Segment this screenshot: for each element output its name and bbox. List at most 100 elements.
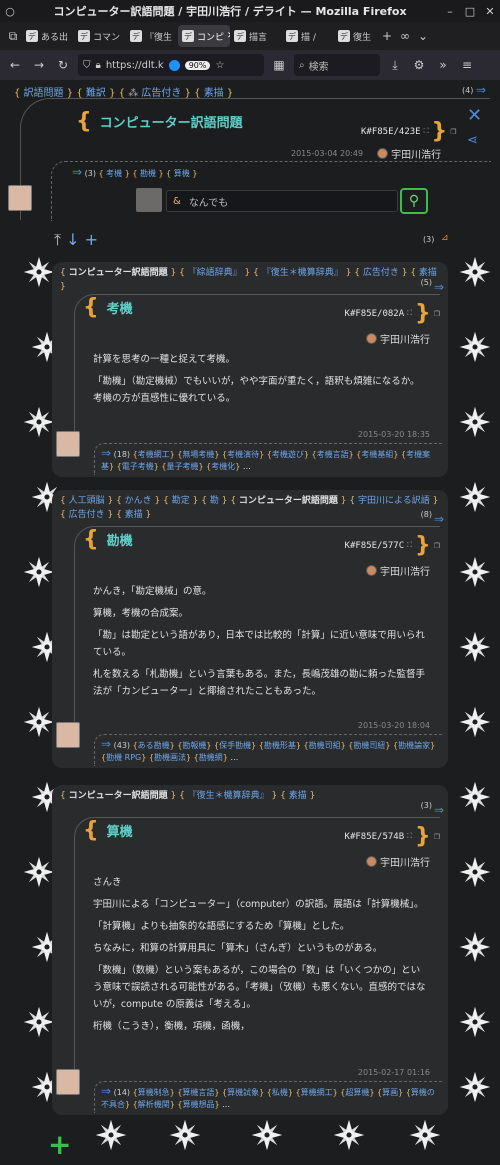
tab[interactable]: デ描言 <box>230 25 282 47</box>
tag-link[interactable]: 勘機画法 <box>154 753 186 762</box>
copy-icon[interactable]: ❐ <box>434 833 440 841</box>
tag-link[interactable]: 超算機 <box>345 1088 369 1097</box>
breadcrumb-tag[interactable]: 素描 <box>289 791 307 801</box>
breadcrumb-tag[interactable]: 素描 <box>419 268 437 278</box>
breadcrumb-tag[interactable]: コンピューター訳語問題 <box>69 268 168 278</box>
tags-arrow-icon[interactable]: ⇒ <box>101 446 111 460</box>
tag-link[interactable]: 私機 <box>272 1088 288 1097</box>
tags-arrow-icon[interactable]: ⇒ <box>101 1084 111 1098</box>
breadcrumb-tag[interactable]: 『復生＊機算辞典』 <box>188 791 269 801</box>
author-link[interactable]: 宇田川浩行 <box>366 563 430 578</box>
tag-link[interactable]: ある勘機 <box>138 741 170 750</box>
copy-icon[interactable]: ❐ <box>434 310 440 318</box>
tab[interactable]: デ復生 <box>334 25 378 47</box>
breadcrumb-tag[interactable]: 宇田川による訳語 <box>358 496 430 506</box>
minimize-icon[interactable]: – <box>440 5 460 18</box>
tags-arrow-icon[interactable]: ⇒ <box>101 737 111 751</box>
breadcrumb-tag[interactable]: 勘 <box>210 496 219 506</box>
entry-kid[interactable]: K#F85E/423E <box>361 127 421 137</box>
close-window-icon[interactable]: ✕ <box>480 5 500 18</box>
forward-icon[interactable]: → <box>30 58 48 72</box>
tag-link[interactable]: 算機試象 <box>227 1088 259 1097</box>
card-title[interactable]: 勘機 <box>107 530 133 549</box>
tag-link[interactable]: 勘機 RPG <box>106 753 141 762</box>
card-user-avatar[interactable] <box>56 722 80 748</box>
tag-link[interactable]: 量子考機 <box>166 462 198 471</box>
breadcrumb-tag[interactable]: 『綜語辞典』 <box>188 268 242 278</box>
breadcrumb-tag[interactable]: 人工頭脳 <box>69 496 105 506</box>
tag-link[interactable]: 無場考機 <box>182 450 214 459</box>
tag-link[interactable]: 算機想品 <box>182 1100 214 1109</box>
tag-link[interactable]: 算画 <box>382 1088 398 1097</box>
window-menu-icon[interactable]: ○ <box>0 5 20 18</box>
header-arrow-icon[interactable]: ⇒ <box>476 83 486 97</box>
author-link[interactable]: 宇田川浩行 <box>366 854 430 869</box>
card-arrow-icon[interactable]: ⇒ <box>434 512 444 526</box>
breadcrumb-tag[interactable]: 『復生＊機算辞典』 <box>262 268 343 278</box>
zoom-level[interactable]: 90% <box>184 60 211 70</box>
tag-link[interactable]: 勘機論家 <box>398 741 430 750</box>
extension-dot-icon[interactable] <box>168 59 180 71</box>
tag-link[interactable]: 考機演待 <box>227 450 259 459</box>
tab[interactable]: デ描 / <box>282 25 334 47</box>
tab-active[interactable]: デコンピ✕ <box>178 25 230 47</box>
search-field[interactable]: & なんでも <box>166 190 398 212</box>
tab[interactable]: デコマン <box>74 25 126 47</box>
add-entry-button[interactable]: + <box>48 1128 71 1161</box>
author-link[interactable]: 宇田川浩行 <box>366 331 430 346</box>
card-kid[interactable]: K#F85E/082A <box>345 309 405 319</box>
card-user-avatar[interactable] <box>56 431 80 457</box>
expand-icon[interactable]: ⛶ <box>407 309 412 318</box>
sub-tag[interactable]: 算機 <box>174 169 190 178</box>
author-link[interactable]: 宇田川浩行 <box>377 146 441 161</box>
copy-icon[interactable]: ❐ <box>434 542 440 550</box>
sub-tag[interactable]: 勘機 <box>140 169 156 178</box>
breadcrumb-tag[interactable]: 広告付き <box>69 510 105 520</box>
more-tools-icon[interactable]: » <box>434 58 452 72</box>
tab-list-icon[interactable]: ⧉ <box>4 29 22 44</box>
close-x-icon[interactable]: ✕ <box>467 105 482 126</box>
sub-arrow-icon[interactable]: ⇒ <box>72 165 82 179</box>
card-kid[interactable]: K#F85E/574B <box>345 832 405 842</box>
tag-link[interactable]: 算機網工 <box>301 1088 333 1097</box>
card-kid[interactable]: K#F85E/577C <box>345 541 405 551</box>
tag-link[interactable]: 勘機司組 <box>309 741 341 750</box>
apps-grid-icon[interactable]: ▦ <box>270 58 288 72</box>
back-icon[interactable]: ← <box>6 58 24 72</box>
tab[interactable]: デある出 <box>22 25 74 47</box>
sub-tag[interactable]: 考機 <box>106 169 122 178</box>
share-icon[interactable]: ⋖ <box>467 133 478 148</box>
breadcrumb-tag[interactable]: 勘定 <box>172 496 190 506</box>
rss-icon[interactable]: ⊿ <box>441 233 449 243</box>
tag-link[interactable]: 算機言語 <box>182 1088 214 1097</box>
tag-link[interactable]: 解析機関 <box>138 1100 170 1109</box>
search-box[interactable]: ⌕ 検索 <box>294 54 380 76</box>
tag-link[interactable]: 電子考機 <box>122 462 154 471</box>
url-bar[interactable]: ⛉ 🔒︎ https://dlt.k 90% ☆ <box>78 54 264 76</box>
reload-icon[interactable]: ↻ <box>54 58 72 72</box>
upload-icon[interactable]: ⤒ <box>54 230 61 249</box>
card-user-avatar[interactable] <box>56 1069 80 1095</box>
tag-link[interactable]: 考機化 <box>211 462 235 471</box>
user-avatar[interactable] <box>8 185 32 211</box>
tag-link[interactable]: 勘機形基 <box>264 741 296 750</box>
tag-link[interactable]: 考機言語 <box>317 450 349 459</box>
tag-link[interactable]: 保手勘機 <box>219 741 251 750</box>
tab[interactable]: デ『復生 <box>126 25 178 47</box>
maximize-icon[interactable]: □ <box>460 5 480 18</box>
breadcrumb-tag[interactable]: コンピューター訳語問題 <box>69 791 168 801</box>
search-submit-button[interactable]: ⚲ <box>400 188 428 214</box>
card-title[interactable]: 算機 <box>107 821 133 840</box>
card-arrow-icon[interactable]: ⇒ <box>434 803 444 817</box>
infinity-icon[interactable]: ∞ <box>396 29 414 43</box>
tab-overflow-icon[interactable]: ⌄ <box>414 29 432 43</box>
tag-link[interactable]: 勘機網 <box>199 753 223 762</box>
breadcrumb-tag[interactable]: 素描 <box>125 510 143 520</box>
expand-icon[interactable]: ⛶ <box>424 127 429 136</box>
breadcrumb-tag[interactable]: コンピューター訳語問題 <box>239 496 338 506</box>
bookmark-star-icon[interactable]: ☆ <box>215 60 224 71</box>
download-icon[interactable]: ⤓ <box>386 58 404 73</box>
expand-icon[interactable]: ⛶ <box>407 541 412 550</box>
breadcrumb-tag[interactable]: 広告付き <box>363 268 399 278</box>
tag-link[interactable]: 考機網工 <box>138 450 170 459</box>
